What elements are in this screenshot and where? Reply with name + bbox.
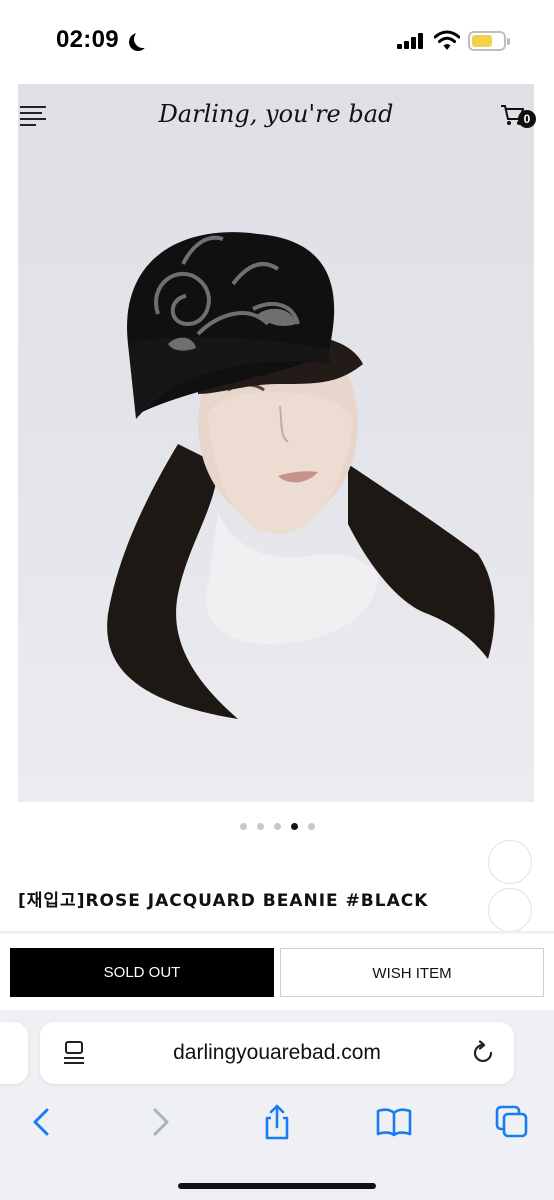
divider (0, 931, 554, 934)
cellular-signal-icon (397, 33, 425, 49)
site-header: Darling, you're bad 0 (18, 84, 536, 148)
brand-logo[interactable]: Darling, you're bad (18, 100, 534, 128)
share-icon[interactable] (257, 1102, 297, 1142)
reload-icon[interactable] (470, 1040, 496, 1066)
status-bar: 02:09 (0, 0, 554, 84)
back-icon[interactable] (22, 1102, 62, 1142)
cart-button[interactable]: 0 (500, 104, 536, 132)
wish-item-button[interactable]: WISH ITEM (280, 948, 544, 997)
battery-level (472, 35, 492, 47)
carousel-dot[interactable] (307, 823, 315, 830)
tabs-icon[interactable] (492, 1102, 532, 1142)
floating-action-button[interactable] (488, 888, 532, 932)
address-bar[interactable]: darlingyouarebad.com (40, 1022, 514, 1084)
carousel-dot[interactable] (239, 823, 247, 830)
cart-count-badge: 0 (518, 110, 536, 128)
wifi-icon (434, 30, 460, 50)
status-time: 02:09 (56, 26, 119, 53)
browser-toolbar: darlingyouarebad.com (0, 1010, 554, 1200)
carousel-dot[interactable] (256, 823, 264, 830)
forward-icon[interactable] (140, 1102, 180, 1142)
product-title: [재입고]ROSE JACQUARD BEANIE #BLACK (18, 891, 429, 911)
product-image[interactable] (18, 84, 534, 802)
carousel-dots (0, 823, 554, 830)
battery-icon (468, 31, 510, 51)
bookmarks-icon[interactable] (374, 1102, 414, 1142)
url-text[interactable]: darlingyouarebad.com (40, 1041, 514, 1065)
floating-action-button[interactable] (488, 840, 532, 884)
sold-out-button[interactable]: SOLD OUT (10, 948, 274, 997)
home-indicator (178, 1183, 376, 1189)
carousel-dot-active[interactable] (290, 823, 298, 830)
carousel-dot[interactable] (273, 823, 281, 830)
product-photo (107, 232, 495, 719)
previous-tab[interactable] (0, 1022, 28, 1084)
moon-icon (134, 30, 152, 48)
